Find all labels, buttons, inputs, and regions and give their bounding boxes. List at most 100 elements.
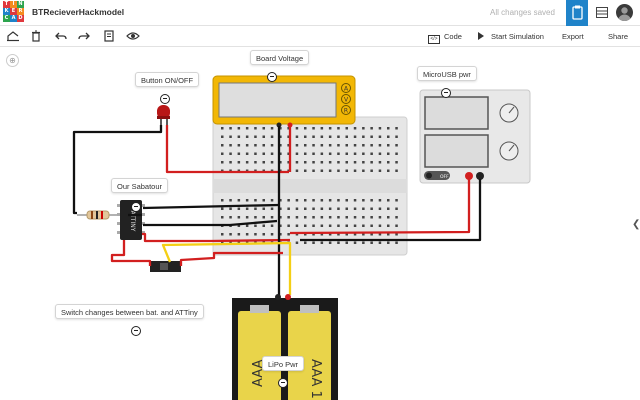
- breadboard-hole[interactable]: [254, 144, 257, 147]
- breadboard-hole[interactable]: [387, 199, 390, 202]
- breadboard-hole[interactable]: [328, 161, 332, 164]
- trash-icon[interactable]: [29, 29, 43, 43]
- breadboard-hole[interactable]: [378, 152, 382, 156]
- breadboard-hole[interactable]: [345, 207, 349, 211]
- breadboard-hole[interactable]: [395, 135, 398, 139]
- breadboard-hole[interactable]: [221, 144, 224, 147]
- circuit-canvas[interactable]: ⊕ A V R OFF ATTINY AAA 1.5V AAA Board Vo…: [0, 47, 640, 400]
- breadboard-hole[interactable]: [262, 207, 266, 211]
- breadboard-hole[interactable]: [295, 169, 299, 173]
- notes-icon[interactable]: [102, 29, 116, 43]
- breadboard-hole[interactable]: [328, 127, 332, 130]
- breadboard-hole[interactable]: [387, 135, 390, 139]
- user-avatar[interactable]: [616, 4, 633, 21]
- breadboard-hole[interactable]: [370, 224, 373, 228]
- breadboard-hole[interactable]: [353, 241, 357, 245]
- breadboard-hole[interactable]: [320, 161, 324, 164]
- breadboard-hole[interactable]: [304, 169, 307, 173]
- breadboard-hole[interactable]: [378, 169, 382, 173]
- breadboard-hole[interactable]: [353, 144, 357, 147]
- breadboard-hole[interactable]: [337, 161, 340, 164]
- breadboard-hole[interactable]: [362, 127, 365, 130]
- breadboard-hole[interactable]: [387, 144, 390, 147]
- breadboard-hole[interactable]: [320, 144, 324, 147]
- breadboard-hole[interactable]: [262, 233, 266, 236]
- breadboard-hole[interactable]: [328, 135, 332, 139]
- breadboard-hole[interactable]: [353, 135, 357, 139]
- breadboard-hole[interactable]: [345, 216, 349, 219]
- breadboard-hole[interactable]: [270, 233, 274, 236]
- breadboard-hole[interactable]: [337, 169, 340, 173]
- breadboard-hole[interactable]: [337, 241, 340, 245]
- breadboard-hole[interactable]: [237, 127, 241, 130]
- breadboard-hole[interactable]: [254, 224, 257, 228]
- breadboard-hole[interactable]: [262, 199, 266, 202]
- breadboard-hole[interactable]: [262, 127, 266, 130]
- breadboard-hole[interactable]: [345, 161, 349, 164]
- note-our-sabatour[interactable]: Our Sabatour: [111, 178, 169, 193]
- breadboard-hole[interactable]: [312, 199, 315, 202]
- breadboard[interactable]: [212, 116, 408, 256]
- breadboard-hole[interactable]: [270, 135, 274, 139]
- breadboard-hole[interactable]: [353, 127, 357, 130]
- breadboard-hole[interactable]: [295, 152, 299, 156]
- breadboard-hole[interactable]: [304, 161, 307, 164]
- breadboard-hole[interactable]: [270, 127, 274, 130]
- breadboard-hole[interactable]: [345, 241, 349, 245]
- breadboard-hole[interactable]: [378, 199, 382, 202]
- breadboard-hole[interactable]: [254, 161, 257, 164]
- breadboard-hole[interactable]: [353, 216, 357, 219]
- breadboard-hole[interactable]: [245, 216, 249, 219]
- breadboard-hole[interactable]: [370, 127, 373, 130]
- breadboard-hole[interactable]: [221, 199, 224, 202]
- resistor-component[interactable]: [77, 210, 121, 220]
- breadboard-hole[interactable]: [270, 216, 274, 219]
- breadboard-hole[interactable]: [353, 207, 357, 211]
- breadboard-hole[interactable]: [312, 144, 315, 147]
- breadboard-hole[interactable]: [229, 127, 232, 130]
- breadboard-hole[interactable]: [387, 161, 390, 164]
- breadboard-hole[interactable]: [312, 207, 315, 211]
- breadboard-hole[interactable]: [229, 135, 232, 139]
- breadboard-hole[interactable]: [320, 241, 324, 245]
- breadboard-hole[interactable]: [237, 199, 241, 202]
- breadboard-hole[interactable]: [229, 233, 232, 236]
- breadboard-hole[interactable]: [270, 199, 274, 202]
- breadboard-hole[interactable]: [395, 161, 398, 164]
- breadboard-hole[interactable]: [287, 216, 290, 219]
- breadboard-hole[interactable]: [237, 207, 241, 211]
- breadboard-hole[interactable]: [328, 144, 332, 147]
- breadboard-hole[interactable]: [262, 216, 266, 219]
- breadboard-hole[interactable]: [370, 216, 373, 219]
- multimeter[interactable]: A V R: [212, 75, 356, 128]
- breadboard-hole[interactable]: [304, 224, 307, 228]
- breadboard-hole[interactable]: [262, 224, 266, 228]
- breadboard-hole[interactable]: [370, 152, 373, 156]
- note-pin-icon[interactable]: [131, 202, 141, 212]
- breadboard-hole[interactable]: [312, 216, 315, 219]
- breadboard-hole[interactable]: [362, 169, 365, 173]
- breadboard-hole[interactable]: [245, 144, 249, 147]
- breadboard-hole[interactable]: [337, 127, 340, 130]
- breadboard-hole[interactable]: [328, 216, 332, 219]
- breadboard-hole[interactable]: [362, 241, 365, 245]
- tinkercad-logo[interactable]: T I N K E R C A D: [3, 1, 24, 23]
- breadboard-hole[interactable]: [337, 135, 340, 139]
- note-microusb-power[interactable]: MicroUSB pwr: [417, 66, 477, 81]
- breadboard-hole[interactable]: [345, 144, 349, 147]
- breadboard-hole[interactable]: [270, 152, 274, 156]
- breadboard-hole[interactable]: [295, 135, 299, 139]
- breadboard-hole[interactable]: [245, 127, 249, 130]
- breadboard-hole[interactable]: [229, 216, 232, 219]
- breadboard-hole[interactable]: [395, 207, 398, 211]
- breadboard-hole[interactable]: [287, 207, 290, 211]
- breadboard-hole[interactable]: [270, 144, 274, 147]
- breadboard-hole[interactable]: [362, 224, 365, 228]
- breadboard-hole[interactable]: [254, 207, 257, 211]
- breadboard-hole[interactable]: [378, 241, 382, 245]
- breadboard-hole[interactable]: [353, 161, 357, 164]
- breadboard-hole[interactable]: [270, 161, 274, 164]
- collapse-panel-icon[interactable]: ❮: [632, 219, 640, 230]
- breadboard-hole[interactable]: [378, 135, 382, 139]
- undo-icon[interactable]: [54, 29, 68, 43]
